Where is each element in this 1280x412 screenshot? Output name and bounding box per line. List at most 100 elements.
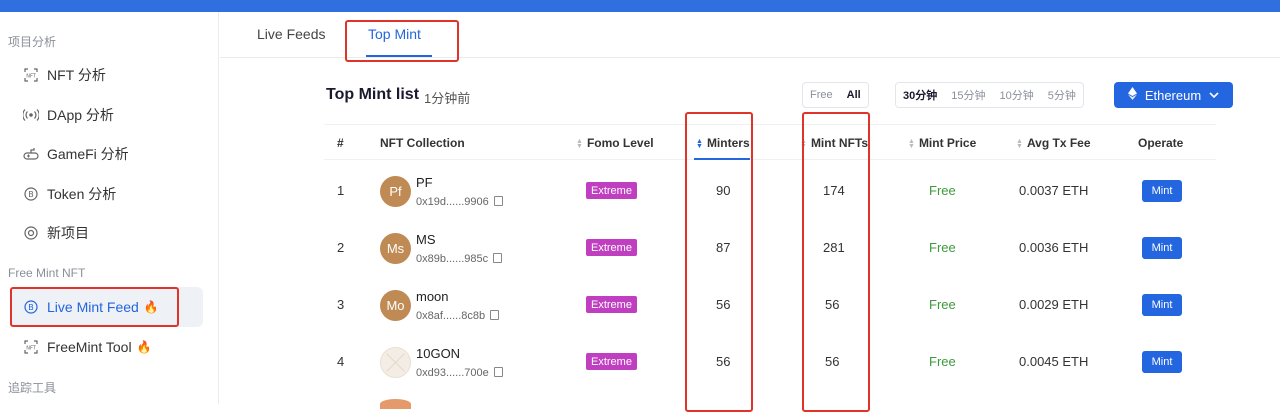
fomo-badge: Extreme xyxy=(586,353,637,370)
mint-nfts-value: 56 xyxy=(825,354,840,369)
col-fomo-level[interactable]: ▲ ▼ Fomo Level xyxy=(576,136,654,150)
filter-5min[interactable]: 5分钟 xyxy=(1041,83,1083,107)
col-nft-collection: NFT Collection xyxy=(380,136,465,150)
sidebar-section-title: Free Mint NFT xyxy=(8,266,86,280)
table-row: 3 Mo moon 0x8af......8c8b Extreme 56 56 … xyxy=(324,276,1216,333)
avatar: Ms xyxy=(380,233,411,264)
avg-fee-value: 0.0029 ETH xyxy=(1019,297,1089,312)
rank: 3 xyxy=(337,297,345,312)
sort-icon: ▲ ▼ xyxy=(696,137,703,150)
sort-icon: ▲ ▼ xyxy=(908,137,915,150)
contract-address: 0x19d......9906 xyxy=(416,196,503,208)
sort-icon: ▲ ▼ xyxy=(576,137,583,150)
nft-icon: NFT xyxy=(23,339,39,355)
sidebar-item-nft-analysis[interactable]: NFT NFT 分析 xyxy=(10,55,203,95)
price-filter: Free All xyxy=(802,82,869,108)
nft-name[interactable]: PF xyxy=(416,175,433,190)
col-rank: # xyxy=(337,136,344,150)
sidebar-item-dapp-analysis[interactable]: DApp 分析 xyxy=(10,95,203,135)
sidebar-item-new-project[interactable]: 新项目 xyxy=(10,213,203,253)
table-row: 2 Ms MS 0x89b......985c Extreme 87 281 F… xyxy=(324,219,1216,276)
copy-icon[interactable] xyxy=(493,196,503,206)
sidebar-item-freemint-tool[interactable]: NFT FreeMint Tool 🔥 xyxy=(10,327,203,367)
contract-address: 0x8af......8c8b xyxy=(416,310,500,322)
table-header: # NFT Collection ▲ ▼ Fomo Level ▲ ▼ Minters … xyxy=(324,124,1216,160)
col-operate: Operate xyxy=(1138,136,1184,150)
fire-icon: 🔥 xyxy=(136,340,152,354)
sidebar-item-token-analysis[interactable]: B Token 分析 xyxy=(10,174,203,214)
sidebar-item-live-mint-feed[interactable]: B Live Mint Feed 🔥 xyxy=(10,287,203,327)
sidebar-item-gamefi-analysis[interactable]: GameFi 分析 xyxy=(10,134,203,174)
sidebar: 项目分析 NFT NFT 分析 DApp 分析 GameFi 分析 B Toke… xyxy=(0,12,219,404)
mint-price-value: Free xyxy=(929,240,956,255)
sidebar-item-label: NFT 分析 xyxy=(47,67,106,83)
copy-icon[interactable] xyxy=(490,310,500,320)
filter-10min[interactable]: 10分钟 xyxy=(993,83,1041,107)
svg-text:B: B xyxy=(28,303,34,312)
nft-name[interactable]: MS xyxy=(416,232,436,247)
mint-button[interactable]: Mint xyxy=(1142,294,1182,316)
sidebar-section-title: 追踪工具 xyxy=(8,381,57,395)
svg-text:NFT: NFT xyxy=(26,346,37,352)
tab-live-feeds[interactable]: Live Feeds xyxy=(257,26,325,42)
copy-icon[interactable] xyxy=(493,253,503,263)
avg-fee-value: 0.0036 ETH xyxy=(1019,240,1089,255)
filter-15min[interactable]: 15分钟 xyxy=(944,83,992,107)
token-coin-icon: B xyxy=(23,186,39,202)
sidebar-item-label: Token 分析 xyxy=(47,186,117,202)
contract-address: 0xd93......700e xyxy=(416,367,503,379)
col-minters[interactable]: ▲ ▼ Minters xyxy=(696,136,750,150)
tab-top-mint[interactable]: Top Mint xyxy=(368,26,421,42)
rank: 4 xyxy=(337,354,345,369)
sidebar-item-label: 新项目 xyxy=(47,225,89,241)
new-project-icon xyxy=(23,225,39,241)
last-updated-label: 1分钟前 xyxy=(424,91,471,106)
filter-free[interactable]: Free xyxy=(803,83,840,107)
avg-fee-value: 0.0037 ETH xyxy=(1019,183,1089,198)
fomo-badge: Extreme xyxy=(586,296,637,313)
tab-bar: Live Feeds Top Mint xyxy=(220,12,1280,58)
col-mint-nfts[interactable]: ▲ ▼ Mint NFTs xyxy=(800,136,868,150)
mint-button[interactable]: Mint xyxy=(1142,237,1182,259)
nft-icon: NFT xyxy=(23,67,39,83)
avatar xyxy=(380,399,411,409)
mint-nfts-value: 281 xyxy=(823,240,845,255)
col-avg-tx-fee[interactable]: ▲ ▼ Avg Tx Fee xyxy=(1016,136,1091,150)
col-mint-price[interactable]: ▲ ▼ Mint Price xyxy=(908,136,976,150)
radio-signal-icon xyxy=(23,107,39,123)
fomo-badge: Extreme xyxy=(586,239,637,256)
mint-price-value: Free xyxy=(929,297,956,312)
mint-nfts-value: 174 xyxy=(823,183,845,198)
coin-icon: B xyxy=(23,299,39,315)
gamepad-icon xyxy=(23,146,39,162)
avg-fee-value: 0.0045 ETH xyxy=(1019,354,1089,369)
nft-name[interactable]: 10GON xyxy=(416,346,460,361)
mint-price-value: Free xyxy=(929,183,956,198)
avatar: Mo xyxy=(380,290,411,321)
sort-icon: ▲ ▼ xyxy=(1016,137,1023,150)
minters-value: 87 xyxy=(716,240,731,255)
sort-icon: ▲ ▼ xyxy=(800,137,807,150)
mint-price-value: Free xyxy=(929,354,956,369)
rank: 2 xyxy=(337,240,345,255)
minters-value: 90 xyxy=(716,183,731,198)
mint-nfts-value: 56 xyxy=(825,297,840,312)
sidebar-section-title: 项目分析 xyxy=(8,35,57,49)
table-row: 1 Pf PF 0x19d......9906 Extreme 90 174 F… xyxy=(324,162,1216,219)
chevron-down-icon xyxy=(1209,90,1219,100)
table-row: 4 10GON 0xd93......700e Extreme 56 56 Fr… xyxy=(324,333,1216,390)
chain-selector[interactable]: Ethereum xyxy=(1114,82,1233,108)
contract-address: 0x89b......985c xyxy=(416,253,503,265)
fire-icon: 🔥 xyxy=(143,300,159,314)
copy-icon[interactable] xyxy=(493,367,503,377)
filter-30min[interactable]: 30分钟 xyxy=(896,83,945,107)
fomo-badge: Extreme xyxy=(586,182,637,199)
mint-button[interactable]: Mint xyxy=(1142,351,1182,373)
page-title: Top Mint list xyxy=(326,86,420,103)
filter-all[interactable]: All xyxy=(839,83,868,107)
svg-text:B: B xyxy=(28,190,34,199)
nft-name[interactable]: moon xyxy=(416,289,449,304)
sidebar-item-label: DApp 分析 xyxy=(47,107,114,123)
mint-button[interactable]: Mint xyxy=(1142,180,1182,202)
svg-text:NFT: NFT xyxy=(26,74,37,80)
